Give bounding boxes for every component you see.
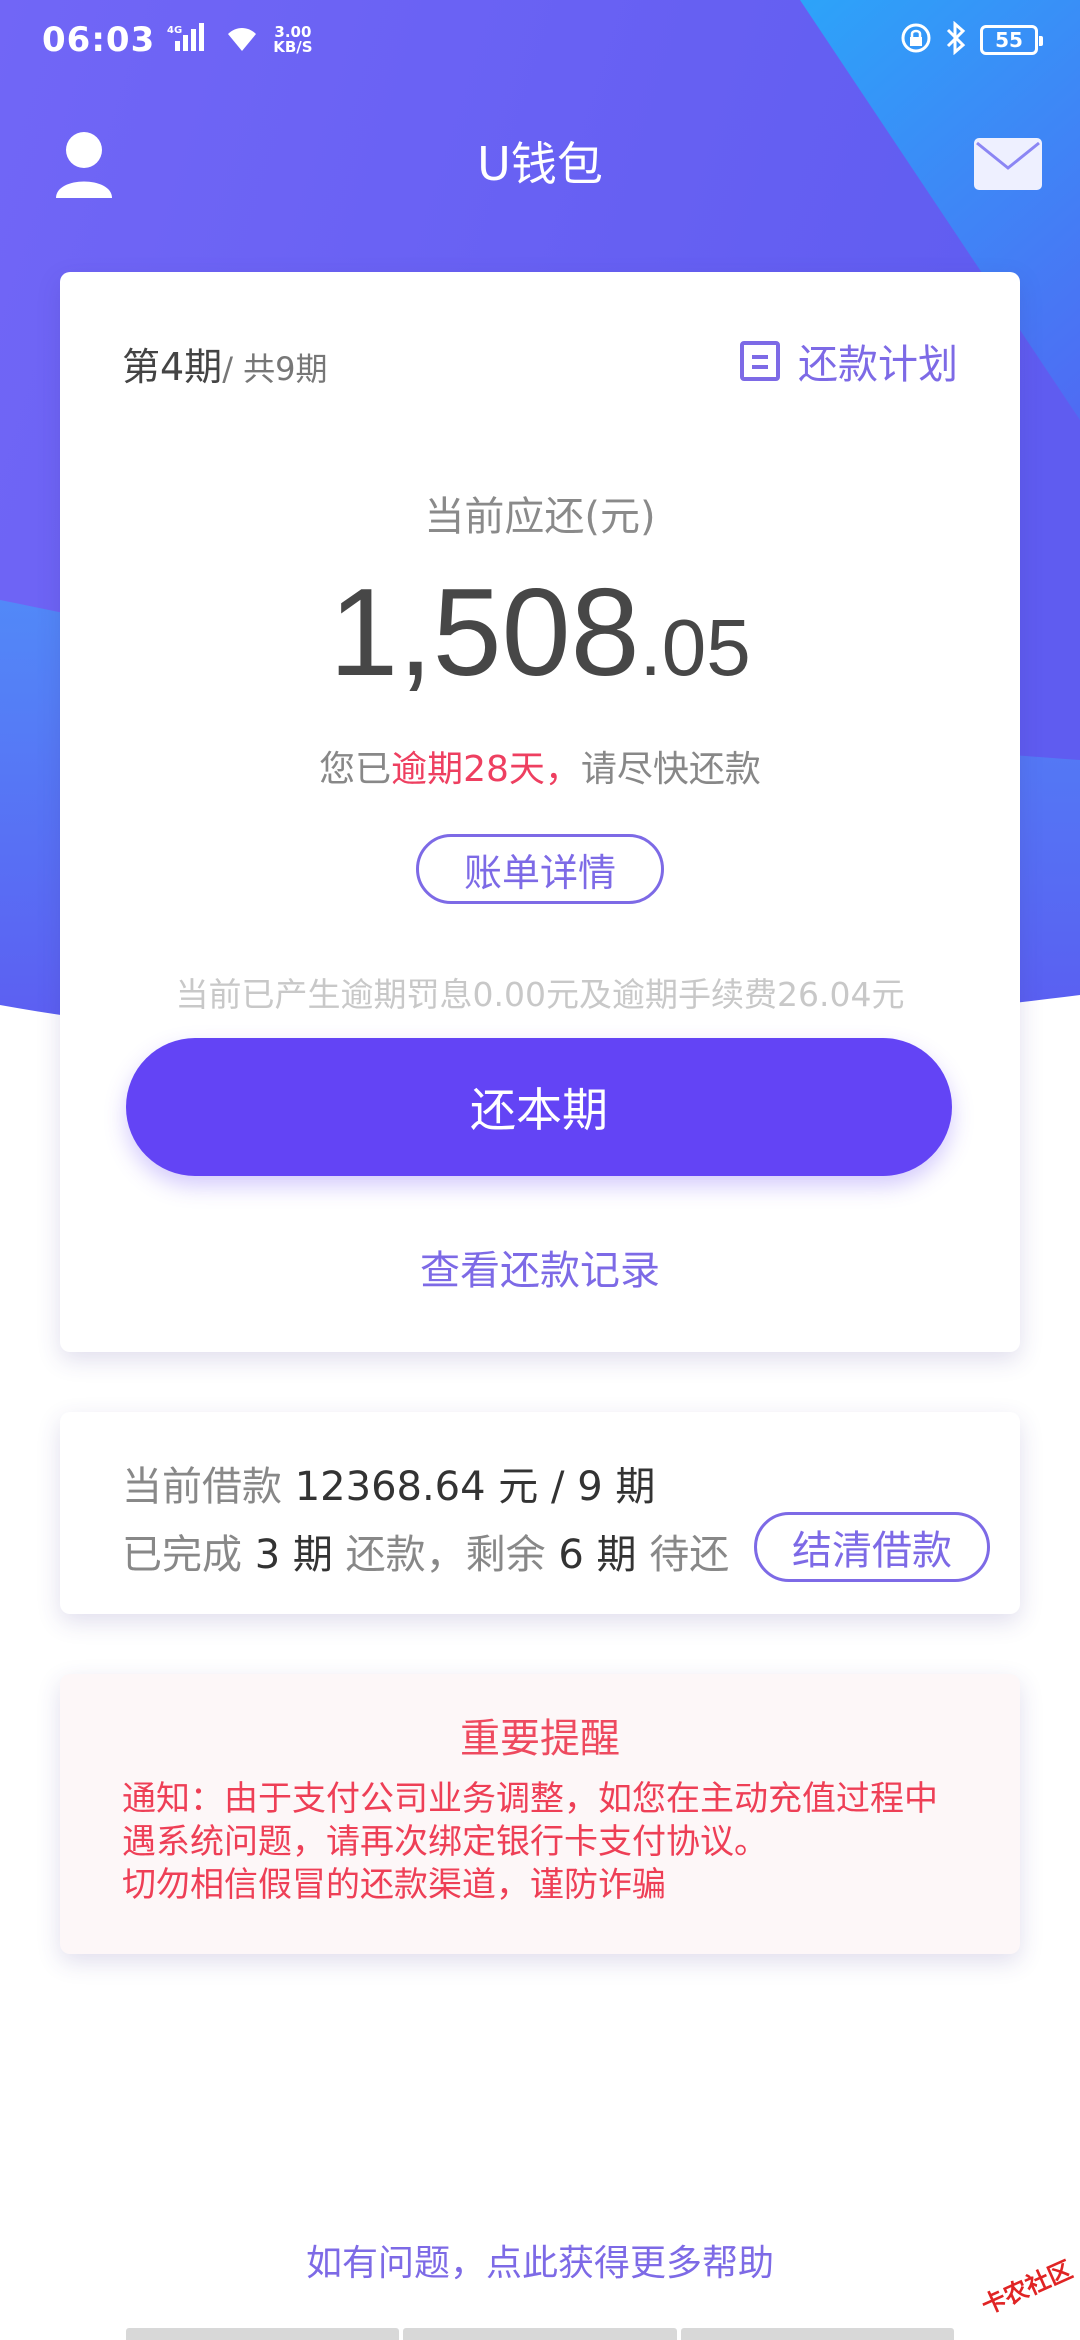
penalty-info: 当前已产生逾期罚息0.00元及逾期手续费26.04元 xyxy=(175,975,905,1014)
amount-integer: 1,508 xyxy=(329,564,640,702)
notice-body: 通知：由于支付公司业务调整，如您在主动充值过程中 遇系统问题，请再次绑定银行卡支… xyxy=(122,1778,980,1907)
loan-amount-line: 当前借款 12368.64 元 / 9 期 xyxy=(122,1454,655,1512)
loan-unit-periods: 元 / 9 期 xyxy=(498,1464,656,1510)
status-bar: 06:03 4G 3.00 KB/S 55 xyxy=(0,0,1080,80)
wifi-icon xyxy=(223,23,261,57)
notice-line: 遇系统问题，请再次绑定银行卡支付协议。 xyxy=(122,1822,768,1862)
bill-detail-button[interactable]: 账单详情 xyxy=(416,834,664,904)
battery-indicator: 55 xyxy=(980,25,1043,55)
notice-title: 重要提醒 xyxy=(460,1716,620,1762)
remaining-suffix: 待还 xyxy=(649,1532,730,1578)
overdue-notice: 您已逾期28天，请尽快还款 xyxy=(60,740,1020,792)
svg-text:4G: 4G xyxy=(167,25,182,36)
period-indicator: 第4期/ 共9期 xyxy=(122,336,328,391)
loan-progress-line: 已完成 3 期 还款，剩余 6 期 待还 xyxy=(122,1522,729,1580)
bottom-tab-edges xyxy=(126,2328,954,2340)
document-icon xyxy=(740,341,780,381)
total-periods: / 共9期 xyxy=(222,350,328,388)
current-period: 第4期 xyxy=(122,345,223,389)
notice-line: 切勿相信假冒的还款渠道，谨防诈骗 xyxy=(122,1865,666,1905)
amount-due-label: 当前应还(元) xyxy=(424,494,656,540)
pay-installment-button[interactable]: 还本期 xyxy=(126,1038,952,1176)
lock-rotation-icon xyxy=(900,22,932,58)
tab-edge xyxy=(680,2328,954,2340)
repayment-plan-label: 还款计划 xyxy=(798,342,958,388)
repayment-records-link[interactable]: 查看还款记录 xyxy=(60,1238,1020,1296)
signal-icon: 4G xyxy=(167,23,211,57)
loan-label: 当前借款 xyxy=(122,1464,282,1510)
mail-icon[interactable] xyxy=(974,138,1042,190)
overdue-prefix: 您已 xyxy=(319,749,392,790)
amount-decimal: .05 xyxy=(639,603,751,692)
notice-line: 通知：由于支付公司业务调整，如您在主动充值过程中 xyxy=(122,1779,938,1819)
remaining-count: 6 期 xyxy=(558,1532,637,1578)
overdue-suffix: 请尽快还款 xyxy=(580,749,761,790)
network-speed: 3.00 KB/S xyxy=(273,23,313,56)
overdue-days: 逾期28天， xyxy=(391,749,581,790)
completed-count: 3 期 xyxy=(254,1532,333,1578)
important-notice-card: 重要提醒 通知：由于支付公司业务调整，如您在主动充值过程中 遇系统问题，请再次绑… xyxy=(60,1674,1020,1954)
help-link[interactable]: 如有问题，点此获得更多帮助 xyxy=(0,2234,1080,2286)
status-time: 06:03 xyxy=(42,20,156,60)
tab-edge xyxy=(126,2328,400,2340)
loan-summary-card: 当前借款 12368.64 元 / 9 期 已完成 3 期 还款，剩余 6 期 … xyxy=(60,1412,1020,1614)
page-title: U钱包 xyxy=(477,137,603,191)
settle-loan-button[interactable]: 结清借款 xyxy=(754,1512,990,1582)
app-header: U钱包 xyxy=(0,80,1080,250)
amount-due: 1,508.05 xyxy=(60,562,1020,704)
loan-amount: 12368.64 xyxy=(294,1464,486,1510)
bluetooth-icon xyxy=(944,20,968,59)
repayment-card: 第4期/ 共9期 还款计划 当前应还(元) 1,508.05 您已逾期28天，请… xyxy=(60,272,1020,1352)
repayment-plan-link[interactable]: 还款计划 xyxy=(740,332,958,390)
tab-edge xyxy=(403,2328,677,2340)
remaining-label: 还款，剩余 xyxy=(345,1532,546,1578)
completed-label: 已完成 xyxy=(122,1532,242,1578)
